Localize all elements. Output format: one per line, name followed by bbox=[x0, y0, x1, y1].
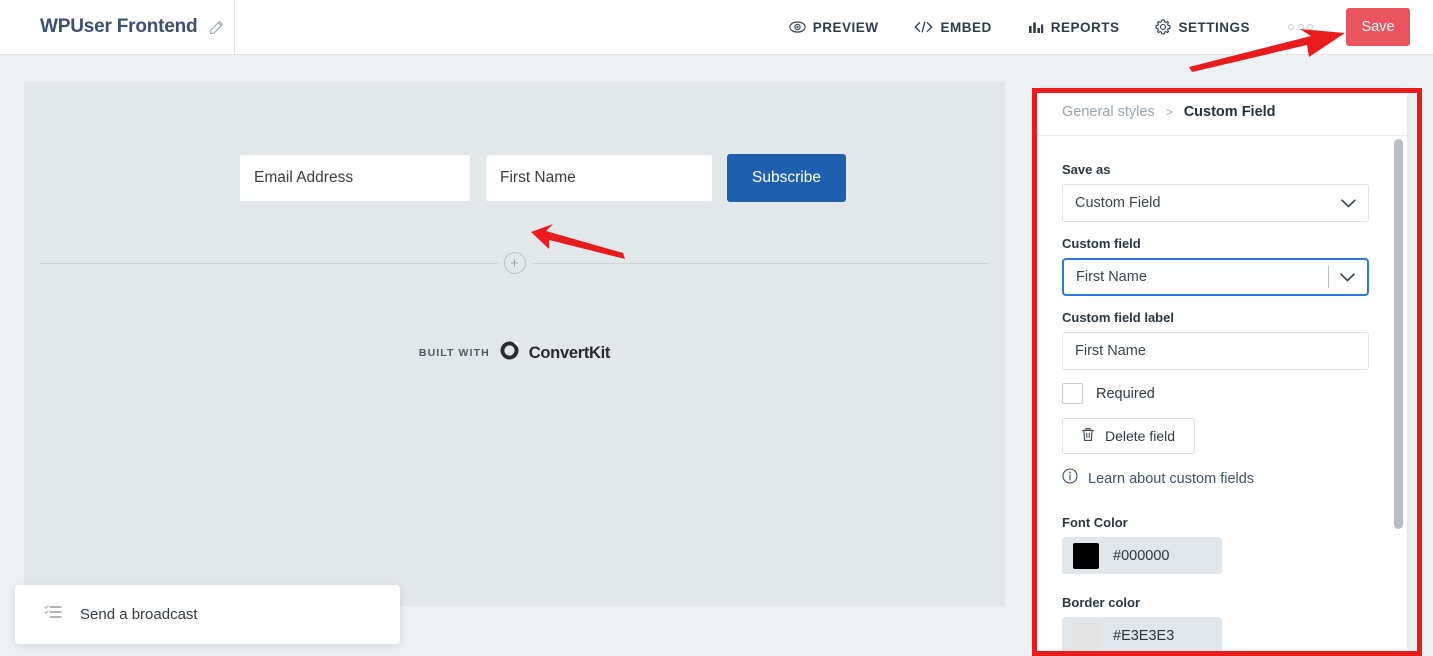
nav-label-preview: PREVIEW bbox=[812, 19, 879, 35]
panel-scrollbar-track[interactable] bbox=[1394, 137, 1403, 656]
gear-icon bbox=[1155, 19, 1171, 35]
breadcrumb: General styles > Custom Field bbox=[1036, 88, 1407, 136]
plus-icon[interactable]: + bbox=[503, 252, 526, 274]
subscribe-form-row: Email Address First Name Subscribe bbox=[239, 154, 846, 202]
settings-panel-body: Save as Custom Field Custom field First … bbox=[1036, 137, 1407, 656]
nav-item-preview[interactable]: PREVIEW bbox=[788, 19, 879, 35]
subscribe-button[interactable]: Subscribe bbox=[727, 154, 846, 202]
dot-2 bbox=[1297, 24, 1304, 30]
pencil-icon[interactable] bbox=[209, 20, 224, 35]
font-color-value: #000000 bbox=[1113, 547, 1170, 564]
custom-field-label-caption: Custom field label bbox=[1062, 310, 1174, 325]
required-checkbox[interactable] bbox=[1062, 383, 1083, 404]
custom-field-label-input[interactable]: First Name bbox=[1062, 332, 1369, 370]
border-color-value: #E3E3E3 bbox=[1113, 627, 1175, 644]
panel-scrollbar-thumb[interactable] bbox=[1394, 139, 1403, 529]
save-as-value: Custom Field bbox=[1075, 195, 1161, 211]
learn-link-label: Learn about custom fields bbox=[1088, 470, 1255, 487]
custom-field-select[interactable]: First Name bbox=[1062, 258, 1369, 296]
dot-1 bbox=[1288, 24, 1294, 30]
chevron-down-icon bbox=[1341, 198, 1356, 208]
breadcrumb-separator: > bbox=[1165, 104, 1173, 119]
send-broadcast-label: Send a broadcast bbox=[80, 606, 198, 623]
info-icon bbox=[1062, 468, 1078, 489]
add-field-divider: + bbox=[24, 252, 1005, 274]
chevron-down-icon bbox=[1340, 272, 1355, 282]
dot-3 bbox=[1307, 24, 1313, 30]
nav-label-embed: EMBED bbox=[940, 19, 992, 35]
settings-panel: General styles > Custom Field Save as Cu… bbox=[1036, 88, 1407, 656]
form-preview: Email Address First Name Subscribe + BUI… bbox=[24, 82, 1005, 606]
save-button[interactable]: Save bbox=[1346, 8, 1410, 46]
save-as-select[interactable]: Custom Field bbox=[1062, 184, 1369, 222]
font-color-label: Font Color bbox=[1062, 515, 1128, 530]
select-separator bbox=[1328, 266, 1329, 288]
bar-chart-icon bbox=[1028, 20, 1044, 34]
eye-icon bbox=[788, 20, 806, 34]
convertkit-logo-icon bbox=[499, 340, 520, 366]
learn-about-custom-fields-link[interactable]: Learn about custom fields bbox=[1062, 468, 1381, 489]
border-color-swatch bbox=[1073, 622, 1099, 649]
delete-field-label: Delete field bbox=[1105, 428, 1176, 444]
nav-label-settings: SETTINGS bbox=[1178, 19, 1250, 35]
app-root: WPUser Frontend PREVIEW EMBED REPORTS SE… bbox=[0, 0, 1433, 656]
code-icon bbox=[914, 20, 933, 34]
delete-field-button[interactable]: Delete field bbox=[1062, 418, 1195, 454]
three-dots-icon[interactable] bbox=[1288, 24, 1313, 30]
convertkit-brand-name: ConvertKit bbox=[528, 343, 611, 362]
font-color-swatch bbox=[1073, 542, 1099, 569]
border-color-row: Border color #E3E3E3 bbox=[1062, 595, 1381, 654]
border-color-label: Border color bbox=[1062, 595, 1141, 610]
nav-label-reports: REPORTS bbox=[1050, 19, 1120, 35]
breadcrumb-general-styles[interactable]: General styles bbox=[1062, 104, 1155, 120]
nav-item-embed[interactable]: EMBED bbox=[914, 20, 991, 35]
form-canvas: Email Address First Name Subscribe + BUI… bbox=[0, 55, 1010, 656]
first-name-field[interactable]: First Name bbox=[485, 154, 713, 202]
nav-item-settings[interactable]: SETTINGS bbox=[1155, 19, 1250, 35]
checklist-icon bbox=[44, 604, 62, 625]
custom-field-value: First Name bbox=[1076, 269, 1147, 285]
form-title-zone: WPUser Frontend bbox=[0, 0, 235, 55]
page-title: WPUser Frontend bbox=[40, 16, 198, 37]
font-color-row: Font Color #000000 bbox=[1062, 515, 1381, 574]
font-color-picker[interactable]: #000000 bbox=[1062, 537, 1222, 574]
breadcrumb-custom-field: Custom Field bbox=[1183, 103, 1276, 120]
required-label: Required bbox=[1096, 385, 1155, 402]
custom-field-label-text: Custom field bbox=[1062, 236, 1141, 251]
right-column: General styles > Custom Field Save as Cu… bbox=[1010, 55, 1433, 656]
border-color-picker[interactable]: #E3E3E3 bbox=[1062, 617, 1222, 654]
save-as-label: Save as bbox=[1062, 162, 1111, 177]
send-broadcast-toast[interactable]: Send a broadcast bbox=[15, 585, 400, 644]
built-with-branding: BUILT WITH ConvertKit bbox=[24, 340, 1005, 366]
required-checkbox-row[interactable]: Required bbox=[1062, 383, 1381, 404]
header-nav: PREVIEW EMBED REPORTS SETTINGS Save bbox=[235, 0, 1433, 55]
divider-line-right bbox=[531, 262, 989, 264]
email-field[interactable]: Email Address bbox=[239, 154, 471, 202]
app-header: WPUser Frontend PREVIEW EMBED REPORTS SE… bbox=[0, 0, 1433, 55]
trash-icon bbox=[1081, 427, 1095, 445]
nav-item-reports[interactable]: REPORTS bbox=[1028, 20, 1120, 35]
built-with-label: BUILT WITH bbox=[418, 347, 490, 359]
divider-line-left bbox=[40, 262, 498, 264]
